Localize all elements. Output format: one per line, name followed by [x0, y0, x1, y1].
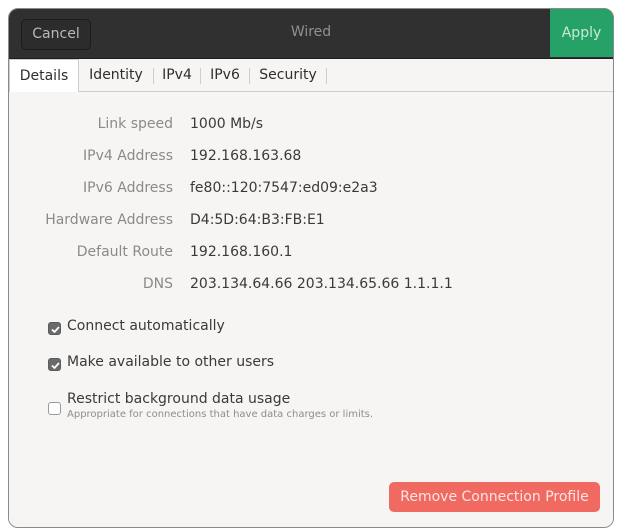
apply-button[interactable]: Apply	[550, 9, 613, 57]
hardware-address-row: Hardware Address D4:5D:64:B3:FB:E1	[9, 212, 613, 234]
tab-details[interactable]: Details	[9, 59, 79, 93]
restrict-background-label[interactable]: Restrict background data usage	[67, 391, 290, 407]
ipv4-value: 192.168.163.68	[190, 148, 302, 164]
link-speed-label: Link speed	[97, 116, 173, 132]
ipv6-row: IPv6 Address fe80::120:7547:ed09:e2a3	[9, 180, 613, 202]
ipv6-label: IPv6 Address	[83, 180, 173, 196]
link-speed-value: 1000 Mb/s	[190, 116, 264, 132]
tab-separator	[326, 68, 327, 84]
dialog-title: Wired	[290, 24, 332, 40]
details-panel: Link speed 1000 Mb/s IPv4 Address 192.16…	[9, 92, 613, 527]
ipv6-value: fe80::120:7547:ed09:e2a3	[190, 180, 378, 196]
restrict-background-checkbox[interactable]	[48, 402, 61, 415]
remove-connection-profile-button[interactable]: Remove Connection Profile	[389, 482, 600, 512]
restrict-background-description: Appropriate for connections that have da…	[67, 409, 374, 420]
dns-row: DNS 203.134.64.66 203.134.65.66 1.1.1.1	[9, 276, 613, 298]
checkmark-icon	[51, 326, 60, 334]
tab-ipv4[interactable]: IPv4	[154, 59, 200, 92]
available-to-users-label[interactable]: Make available to other users	[67, 354, 274, 370]
link-speed-row: Link speed 1000 Mb/s	[9, 116, 613, 138]
checkmark-icon	[51, 362, 60, 370]
connect-automatically-label[interactable]: Connect automatically	[67, 318, 225, 334]
default-route-value: 192.168.160.1	[190, 244, 293, 260]
hardware-address-value: D4:5D:64:B3:FB:E1	[190, 212, 325, 228]
dns-value: 203.134.64.66 203.134.65.66 1.1.1.1	[190, 276, 453, 292]
ipv4-row: IPv4 Address 192.168.163.68	[9, 148, 613, 170]
network-settings-dialog: Cancel Wired Apply Details Identity IPv4…	[8, 8, 614, 528]
default-route-row: Default Route 192.168.160.1	[9, 244, 613, 266]
available-to-users-checkbox[interactable]	[48, 358, 61, 371]
tab-bar: Details Identity IPv4 IPv6 Security	[9, 59, 613, 93]
tab-security[interactable]: Security	[250, 59, 326, 92]
dns-label: DNS	[142, 276, 173, 292]
ipv4-label: IPv4 Address	[83, 148, 173, 164]
default-route-label: Default Route	[76, 244, 173, 260]
tab-ipv6[interactable]: IPv6	[201, 59, 249, 92]
tab-identity[interactable]: Identity	[79, 59, 153, 92]
hardware-address-label: Hardware Address	[45, 212, 173, 228]
header-bar: Cancel Wired Apply	[9, 9, 613, 59]
connect-automatically-checkbox[interactable]	[48, 322, 61, 335]
